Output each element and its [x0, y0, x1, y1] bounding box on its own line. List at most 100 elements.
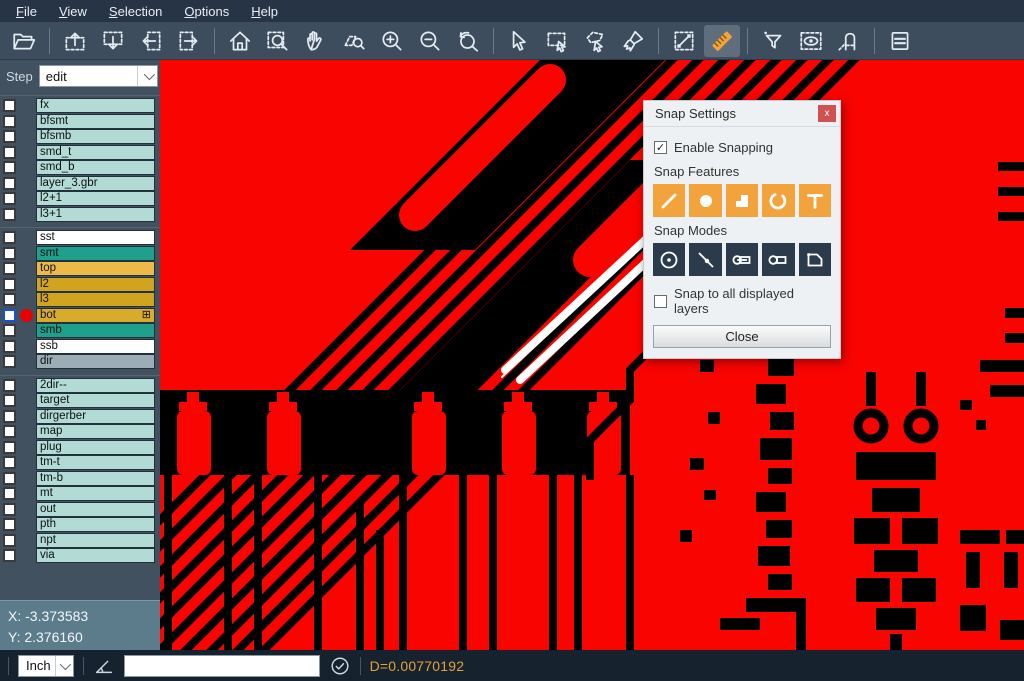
layer-visibility-checkbox[interactable] — [3, 534, 16, 547]
layer-name-field[interactable]: smd_b — [36, 160, 155, 175]
confirm-circle-icon[interactable] — [329, 655, 351, 677]
layer-name-field[interactable]: pth — [36, 517, 155, 532]
close-icon[interactable]: x — [818, 105, 836, 122]
layer-visibility-checkbox[interactable] — [3, 247, 16, 260]
layer-row[interactable]: l2+1 — [0, 191, 160, 207]
snap-feature-arc-icon[interactable] — [762, 184, 794, 217]
snap-route-icon[interactable] — [831, 25, 867, 57]
layer-row[interactable]: smd_t — [0, 145, 160, 161]
layer-visibility-checkbox[interactable] — [3, 192, 16, 205]
snap-feature-text-icon[interactable] — [799, 184, 831, 217]
snap-mode-pad-centerline-icon[interactable] — [726, 243, 758, 276]
layer-row[interactable]: dirgerber — [0, 409, 160, 425]
layer-name-field[interactable]: l2 — [36, 277, 155, 292]
pcb-canvas[interactable] — [160, 60, 1024, 650]
layer-visibility-checkbox[interactable] — [3, 231, 16, 244]
angle-measure-icon[interactable] — [93, 655, 115, 677]
layer-row[interactable]: l3+1 — [0, 207, 160, 223]
layer-name-field[interactable]: dir — [36, 354, 155, 369]
close-button[interactable]: Close — [653, 325, 831, 348]
layer-list-panel-icon[interactable] — [882, 25, 918, 57]
shift-screen-down-icon[interactable] — [95, 25, 131, 57]
snap-all-layers-row[interactable]: Snap to all displayed layers — [654, 286, 831, 316]
shift-screen-up-icon[interactable] — [57, 25, 93, 57]
layer-row[interactable]: top — [0, 261, 160, 277]
pan-hand-icon[interactable] — [298, 25, 334, 57]
layer-visibility-checkbox[interactable] — [3, 355, 16, 368]
layer-row[interactable]: target — [0, 393, 160, 409]
layer-row[interactable]: l3 — [0, 292, 160, 308]
layer-name-field[interactable]: ssb — [36, 339, 155, 354]
layer-name-field[interactable]: plug — [36, 440, 155, 455]
layer-row[interactable]: 2dir-- — [0, 378, 160, 394]
layer-name-field[interactable]: bfsmb — [36, 129, 155, 144]
layer-visibility-checkbox[interactable] — [3, 130, 16, 143]
layer-row[interactable]: tm-b — [0, 471, 160, 487]
layer-visibility-checkbox[interactable] — [3, 487, 16, 500]
zoom-window-icon[interactable] — [260, 25, 296, 57]
layer-row[interactable]: plug — [0, 440, 160, 456]
layer-row[interactable]: smd_b — [0, 160, 160, 176]
layer-visibility-checkbox[interactable] — [3, 456, 16, 469]
command-input[interactable] — [124, 655, 320, 677]
layer-name-field[interactable]: layer_3.gbr — [36, 176, 155, 191]
zoom-polygon-icon[interactable] — [336, 25, 372, 57]
layer-visibility-checkbox[interactable] — [3, 394, 16, 407]
layer-name-field[interactable]: fx — [36, 98, 155, 113]
layer-row[interactable]: out — [0, 502, 160, 518]
layer-name-field[interactable]: tm-t — [36, 455, 155, 470]
layer-name-field[interactable]: sst — [36, 230, 155, 245]
layer-row[interactable]: smb — [0, 323, 160, 339]
layer-visibility-checkbox[interactable] — [3, 340, 16, 353]
dialog-title-bar[interactable]: Snap Settings x — [644, 101, 840, 127]
select-rectangle-icon[interactable] — [539, 25, 575, 57]
shift-screen-left-icon[interactable] — [133, 25, 169, 57]
layer-name-field[interactable]: out — [36, 502, 155, 517]
snap-feature-pad-icon[interactable] — [689, 184, 721, 217]
layer-name-field[interactable]: smt — [36, 246, 155, 261]
zoom-out-icon[interactable] — [412, 25, 448, 57]
snap-feature-line-icon[interactable] — [653, 184, 685, 217]
layer-name-field[interactable]: l3+1 — [36, 207, 155, 222]
layer-visibility-checkbox[interactable] — [3, 115, 16, 128]
layer-visibility-checkbox[interactable] — [3, 161, 16, 174]
layer-row[interactable]: bfsmt — [0, 114, 160, 130]
layer-name-field[interactable]: npt — [36, 533, 155, 548]
layer-name-field[interactable]: l2+1 — [36, 191, 155, 206]
layer-name-field[interactable]: mt — [36, 486, 155, 501]
unit-dropdown[interactable]: Inch — [18, 655, 74, 677]
zoom-in-icon[interactable] — [374, 25, 410, 57]
layer-row[interactable]: fx — [0, 98, 160, 114]
menu-view[interactable]: View — [49, 2, 97, 21]
layer-row[interactable]: l2 — [0, 277, 160, 293]
layer-row[interactable]: map — [0, 424, 160, 440]
layer-name-field[interactable]: dirgerber — [36, 409, 155, 424]
layer-name-field[interactable]: target — [36, 393, 155, 408]
layer-name-field[interactable]: map — [36, 424, 155, 439]
layer-visibility-checkbox[interactable] — [3, 208, 16, 221]
layer-visibility-checkbox[interactable] — [3, 472, 16, 485]
layer-name-field[interactable]: tm-b — [36, 471, 155, 486]
filter-icon[interactable] — [755, 25, 791, 57]
layer-row[interactable]: pth — [0, 517, 160, 533]
snap-mode-surface-contour-icon[interactable] — [799, 243, 831, 276]
snap-mode-center-icon[interactable] — [653, 243, 685, 276]
layer-name-field[interactable]: smd_t — [36, 145, 155, 160]
shift-screen-right-icon[interactable] — [171, 25, 207, 57]
layer-row[interactable]: mt — [0, 486, 160, 502]
layer-visibility-checkbox[interactable] — [3, 293, 16, 306]
enable-snapping-checkbox[interactable]: ✓ — [654, 141, 667, 154]
layer-row[interactable]: bfsmb — [0, 129, 160, 145]
highlight-brush-icon[interactable] — [615, 25, 651, 57]
snap-all-layers-checkbox[interactable] — [654, 295, 667, 308]
zoom-home-icon[interactable] — [222, 25, 258, 57]
measure-ruler-icon[interactable] — [704, 25, 740, 57]
layer-row[interactable]: ssb — [0, 339, 160, 355]
layer-visibility-checkbox[interactable] — [3, 379, 16, 392]
layer-visibility-checkbox[interactable] — [3, 177, 16, 190]
layer-row[interactable]: dir — [0, 354, 160, 370]
layer-visibility-checkbox[interactable] — [3, 146, 16, 159]
snap-mode-pad-contour-icon[interactable] — [762, 243, 794, 276]
layer-name-field[interactable]: bot ⊞ — [36, 308, 155, 323]
layer-row[interactable]: layer_3.gbr — [0, 176, 160, 192]
